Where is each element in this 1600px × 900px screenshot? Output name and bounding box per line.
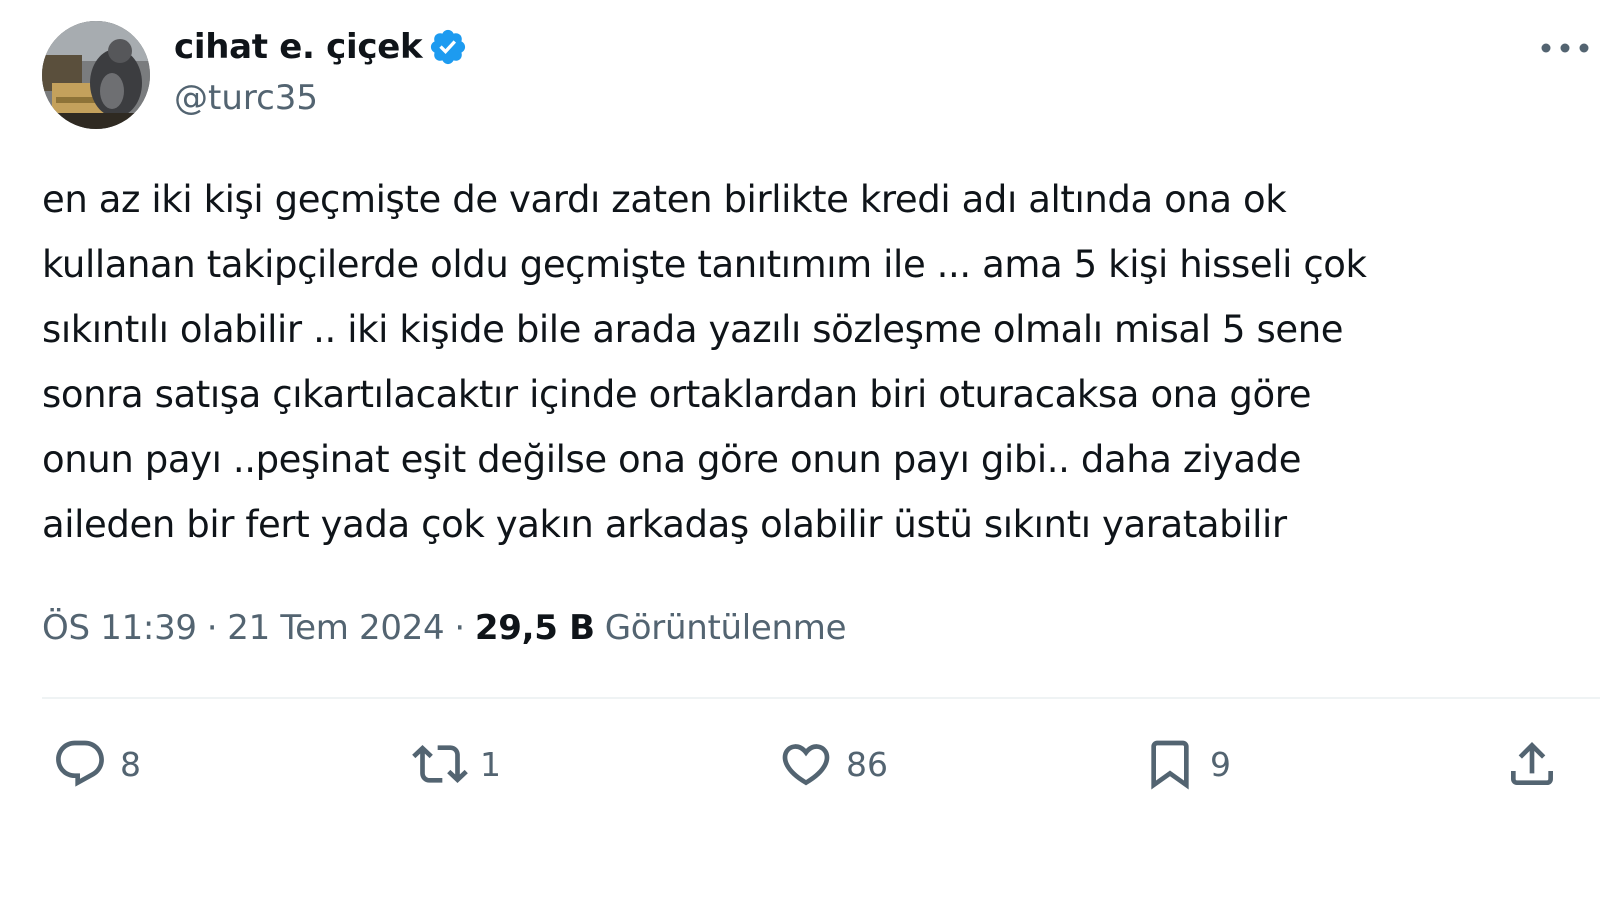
avatar[interactable] [42, 21, 150, 129]
reply-count: 8 [120, 744, 141, 784]
bookmark-icon [1151, 740, 1189, 790]
share-icon [1511, 742, 1553, 785]
author-handle[interactable]: @turc35 [174, 78, 318, 118]
more-horizontal-icon [1541, 43, 1589, 53]
more-options-button[interactable] [1530, 26, 1600, 70]
tweet-time[interactable]: ÖS 11:39 [42, 608, 197, 648]
views-label[interactable]: Görüntülenme [605, 608, 847, 648]
tweet-text: en az iki kişi geçmişte de vardı zaten b… [42, 178, 1367, 546]
reply-button[interactable]: 8 [52, 728, 141, 800]
retweet-count: 1 [480, 744, 501, 784]
reply-icon [56, 740, 104, 787]
views-count[interactable]: 29,5 B [475, 608, 595, 648]
divider [42, 697, 1600, 699]
tweet-date[interactable]: 21 Tem 2024 [227, 608, 444, 648]
verified-badge-icon [428, 27, 468, 67]
retweet-button[interactable]: 1 [412, 728, 501, 800]
avatar-photo [42, 21, 150, 129]
bookmark-count: 9 [1210, 744, 1231, 784]
meta-separator: · [454, 608, 465, 648]
tweet-card: cihat e. çiçek @turc35 en az iki kişi ge… [0, 0, 1600, 900]
action-bar: 8 1 86 9 [0, 728, 1600, 800]
bookmark-button[interactable]: 9 [1142, 728, 1231, 800]
share-button[interactable] [1504, 728, 1560, 800]
author-name-row: cihat e. çiçek [174, 22, 468, 72]
retweet-icon [412, 745, 468, 783]
tweet-meta: ÖS 11:39 · 21 Tem 2024 · 29,5 B Görüntül… [42, 602, 847, 654]
heart-icon [782, 744, 830, 786]
display-name[interactable]: cihat e. çiçek [174, 27, 423, 67]
like-count: 86 [846, 744, 888, 784]
like-button[interactable]: 86 [778, 728, 888, 800]
meta-separator: · [206, 608, 218, 648]
